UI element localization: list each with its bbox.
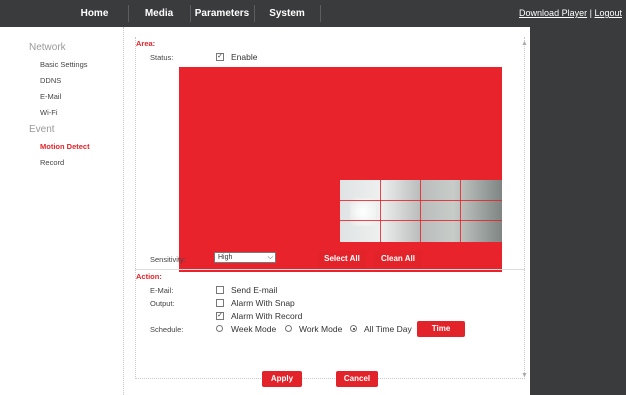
tab-parameters[interactable]: Parameters [191,0,253,27]
alarm-snap-label: Alarm With Snap [231,298,295,308]
send-email-checkbox[interactable] [216,286,224,294]
action-section-label: Action: [136,272,162,281]
top-nav-bar: Home Media Parameters System Download Pl… [0,0,626,27]
tab-media[interactable]: Media [129,0,189,27]
grid-line [340,200,502,201]
scroll-down-icon[interactable]: ▼ [521,372,528,379]
sensitivity-label: Sensitivity: [150,255,186,264]
clean-all-button[interactable]: Clean All [374,251,422,267]
alarm-record-label: Alarm With Record [231,311,303,321]
chevron-down-icon: ⌵ [267,254,273,261]
sidebar-heading-event: Event [29,124,55,135]
cancel-button[interactable]: Cancel [336,371,378,387]
camera-video-preview [340,180,502,242]
alarm-snap-checkbox[interactable] [216,299,224,307]
area-section-label: Area: [136,39,156,48]
header-link-separator: | [589,8,592,18]
time-button[interactable]: Time [417,321,465,337]
header-links: Download Player | Logout [519,0,622,27]
sidebar-item-record[interactable]: Record [40,158,64,167]
all-time-day-label: All Time Day [364,324,412,334]
left-sidebar: Network Basic Settings DDNS E-Mail Wi-Fi… [0,27,124,395]
main-content: ▲ ▼ Area: Status: ✓ Enable Sensitivity: … [125,27,530,395]
logout-link[interactable]: Logout [594,8,622,18]
enable-checkbox[interactable]: ✓ [216,53,224,61]
sidebar-item-basic-settings[interactable]: Basic Settings [40,60,88,69]
sidebar-item-ddns[interactable]: DDNS [40,76,61,85]
all-time-day-radio[interactable] [350,325,357,332]
sidebar-item-motion-detect[interactable]: Motion Detect [40,142,90,151]
sensitivity-value: High [218,254,233,261]
enable-label: Enable [231,52,258,62]
grid-line [460,180,461,242]
send-email-label: Send E-mail [231,285,278,295]
sidebar-item-wifi[interactable]: Wi-Fi [40,108,58,117]
week-mode-radio[interactable] [216,325,223,332]
week-mode-label: Week Mode [231,324,277,334]
apply-button[interactable]: Apply [262,371,302,387]
work-mode-label: Work Mode [299,324,343,334]
ceiling-light [350,198,376,226]
select-all-button[interactable]: Select All [318,251,366,267]
motion-detection-area[interactable] [179,67,502,272]
sidebar-heading-network: Network [29,42,66,53]
section-divider [135,269,525,270]
alarm-record-checkbox[interactable]: ✓ [216,312,224,320]
tab-system[interactable]: System [255,0,319,27]
schedule-label: Schedule: [150,325,184,334]
email-label: E-Mail: [150,286,174,295]
output-label: Output: [150,299,175,308]
download-player-link[interactable]: Download Player [519,8,587,18]
grid-line [420,180,421,242]
tab-divider [320,5,321,22]
sensitivity-select[interactable]: High ⌵ [214,252,276,263]
right-dark-panel [530,27,626,395]
grid-line [340,220,502,221]
sidebar-item-email[interactable]: E-Mail [40,92,61,101]
scroll-up-icon[interactable]: ▲ [521,40,528,47]
work-mode-radio[interactable] [285,325,292,332]
status-label: Status: [150,53,174,62]
tab-home[interactable]: Home [62,0,127,27]
grid-line [380,180,381,242]
